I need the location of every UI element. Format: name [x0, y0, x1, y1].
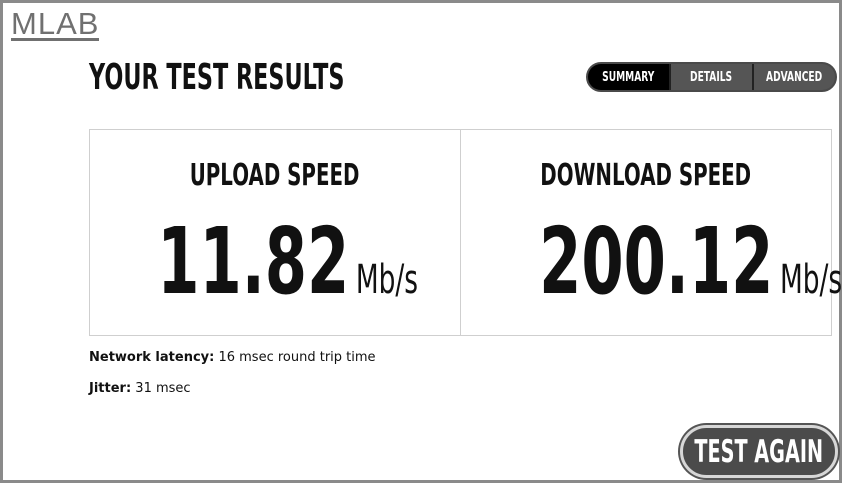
mlab-logo: MLAB — [11, 6, 100, 41]
tab-advanced-label: ADVANCED — [766, 69, 823, 85]
test-again-button[interactable]: TEST AGAIN — [680, 425, 838, 478]
page-title: YOUR TEST RESULTS — [89, 57, 345, 98]
download-speed-value: 200.12 Mb/s — [461, 208, 842, 315]
speed-results-box: UPLOAD SPEED 11.82 Mb/s DOWNLOAD SPEED 20… — [89, 129, 842, 336]
tab-summary[interactable]: SUMMARY — [588, 64, 669, 90]
download-speed-panel: DOWNLOAD SPEED 200.12 Mb/s — [460, 130, 842, 335]
app-frame: MLAB YOUR TEST RESULTS SUMMARY DETAILS A… — [0, 0, 842, 483]
jitter-stat: Jitter: 31 msec — [89, 381, 191, 396]
jitter-value: 31 msec — [135, 381, 191, 396]
tab-details[interactable]: DETAILS — [669, 64, 752, 90]
tab-advanced[interactable]: ADVANCED — [752, 64, 835, 90]
results-view-tabs: SUMMARY DETAILS ADVANCED — [586, 62, 837, 92]
network-latency-value: 16 msec round trip time — [218, 350, 376, 365]
logo-text: MLAB — [11, 6, 100, 41]
upload-speed-value: 11.82 Mb/s — [90, 208, 460, 315]
tab-details-label: DETAILS — [690, 69, 733, 85]
network-latency-stat: Network latency: 16 msec round trip time — [89, 350, 376, 365]
download-speed-number: 200.12 — [539, 208, 774, 315]
download-speed-unit: Mb/s — [779, 257, 842, 303]
upload-speed-number: 11.82 — [157, 208, 350, 315]
upload-speed-panel: UPLOAD SPEED 11.82 Mb/s — [90, 130, 460, 335]
upload-speed-label: UPLOAD SPEED — [90, 158, 460, 193]
download-speed-value-inner: 200.12 Mb/s — [539, 208, 842, 315]
download-speed-label: DOWNLOAD SPEED — [461, 158, 831, 193]
network-latency-label: Network latency: — [89, 350, 215, 365]
upload-speed-unit: Mb/s — [355, 257, 419, 303]
upload-speed-label-text: UPLOAD SPEED — [190, 158, 360, 193]
upload-speed-value-inner: 11.82 Mb/s — [157, 208, 418, 315]
jitter-label: Jitter: — [89, 381, 132, 396]
tab-summary-label: SUMMARY — [602, 69, 655, 85]
download-speed-label-text: DOWNLOAD SPEED — [540, 158, 752, 193]
test-again-label: TEST AGAIN — [694, 433, 824, 470]
